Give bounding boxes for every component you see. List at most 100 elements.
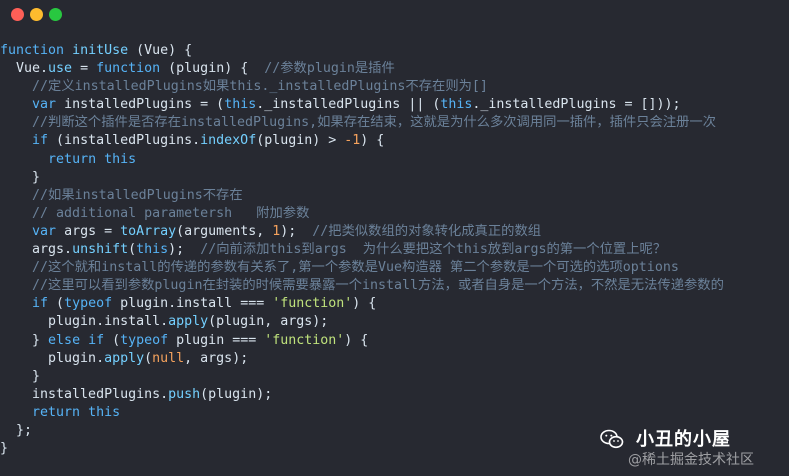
code-token: return bbox=[48, 151, 97, 167]
code-token: return bbox=[32, 404, 81, 420]
code-token: initUse bbox=[72, 43, 129, 58]
code-token: . bbox=[40, 61, 49, 77]
code-token: ( bbox=[48, 296, 65, 312]
code-token: //判断这个插件是否存在installedPlugins,如果存在结束，这就是为… bbox=[32, 115, 717, 131]
code-line: installedPlugins.push(plugin); bbox=[0, 386, 789, 404]
code-token: typeof bbox=[64, 296, 113, 312]
code-token: var bbox=[32, 97, 57, 113]
code-token: plugin. bbox=[0, 350, 105, 366]
code-line: return this bbox=[0, 151, 789, 169]
code-token: // additional parametersh 附加参数 bbox=[32, 205, 310, 221]
code-token: } bbox=[0, 332, 49, 348]
close-window-button[interactable] bbox=[11, 8, 24, 21]
code-line: //如果installedPlugins不存在 bbox=[0, 187, 789, 205]
code-line: args.unshift(this); //向前添加this到args 为什么要… bbox=[0, 241, 789, 259]
code-token: }; bbox=[0, 422, 33, 438]
code-token: plugin.install === bbox=[112, 296, 273, 312]
code-token: var bbox=[32, 223, 57, 239]
code-token: plugin === bbox=[168, 332, 265, 348]
minimize-window-button[interactable] bbox=[30, 8, 43, 21]
code-token: ._installedPlugins || ( bbox=[256, 97, 441, 113]
code-token: indexOf bbox=[200, 133, 257, 149]
code-token: //参数plugin是插件 bbox=[264, 61, 395, 77]
code-line: var installedPlugins = (this._installedP… bbox=[0, 96, 789, 114]
code-token: } bbox=[0, 368, 41, 384]
code-token: (installedPlugins. bbox=[48, 133, 201, 149]
code-token: 'function' bbox=[272, 296, 353, 312]
code-token: (plugin) { bbox=[160, 61, 265, 77]
code-token: function bbox=[96, 61, 161, 77]
code-line: } bbox=[0, 169, 789, 187]
code-token: args. bbox=[0, 242, 73, 258]
code-line: plugin.install.apply(plugin, args); bbox=[0, 313, 789, 331]
code-line: //定义installedPlugins如果this._installedPlu… bbox=[0, 78, 789, 96]
code-token: this bbox=[88, 404, 121, 420]
code-token: function bbox=[0, 43, 73, 58]
code-line: // additional parametersh 附加参数 bbox=[0, 205, 789, 223]
code-token: (plugin); bbox=[200, 386, 273, 402]
code-line: //这个就和install的传递的参数有关系了,第一个参数是Vue构造器 第二个… bbox=[0, 259, 789, 277]
code-token: ) { bbox=[352, 296, 377, 312]
code-token: args = bbox=[56, 223, 121, 239]
code-line: if (typeof plugin.install === 'function'… bbox=[0, 295, 789, 313]
code-token: null bbox=[152, 350, 185, 366]
code-token: plugin.install. bbox=[0, 314, 169, 330]
watermark: 小丑的小屋 @稀土掘金技术社区 bbox=[600, 425, 780, 468]
code-token: 'function' bbox=[264, 332, 345, 348]
code-line: function initUse (Vue) { bbox=[0, 42, 789, 60]
code-token: //定义installedPlugins如果this._installedPlu… bbox=[32, 79, 488, 95]
code-line: } else if (typeof plugin === 'function')… bbox=[0, 332, 789, 350]
code-token: ( bbox=[144, 350, 153, 366]
code-token: ) { bbox=[344, 332, 369, 348]
code-token: //向前添加this到args 为什么要把这个this放到args的第一个位置上… bbox=[200, 242, 667, 258]
code-token: toArray bbox=[120, 223, 177, 239]
code-line: } bbox=[0, 368, 789, 386]
code-token: apply bbox=[104, 350, 145, 366]
code-token: //如果installedPlugins不存在 bbox=[32, 187, 243, 203]
code-line: plugin.apply(null, args); bbox=[0, 350, 789, 368]
code-token: ); bbox=[280, 223, 313, 239]
code-token: (arguments, bbox=[176, 223, 273, 239]
code-token: } bbox=[0, 169, 41, 185]
code-token: //把类似数组的对象转化成真正的数组 bbox=[312, 223, 542, 239]
code-token: apply bbox=[168, 314, 209, 330]
code-token: installedPlugins = ( bbox=[56, 97, 225, 113]
code-token: push bbox=[168, 386, 201, 402]
watermark-subtitle: @稀土掘金技术社区 bbox=[628, 452, 754, 468]
watermark-title: 小丑的小屋 bbox=[636, 429, 731, 450]
code-line: //这里可以看到参数plugin在封装的时候需要暴露一个install方法，或者… bbox=[0, 277, 789, 295]
code-token: this bbox=[440, 97, 473, 113]
code-line: if (installedPlugins.indexOf(plugin) > -… bbox=[0, 132, 789, 150]
code-token: ) { bbox=[360, 133, 385, 149]
maximize-window-button[interactable] bbox=[49, 8, 62, 21]
code-token: ); bbox=[168, 242, 201, 258]
code-token: this bbox=[136, 242, 169, 258]
code-token: if bbox=[32, 133, 49, 149]
code-token: (plugin) > bbox=[256, 133, 345, 149]
code-token: unshift bbox=[72, 242, 129, 258]
code-line: var args = toArray(arguments, 1); //把类似数… bbox=[0, 223, 789, 241]
code-token: this bbox=[224, 97, 257, 113]
code-token: typeof bbox=[120, 332, 169, 348]
code-token: //这个就和install的传递的参数有关系了,第一个参数是Vue构造器 第二个… bbox=[32, 260, 679, 276]
code-token: ( bbox=[104, 332, 121, 348]
code-token: = bbox=[72, 61, 97, 77]
code-token: } bbox=[0, 441, 9, 457]
code-token: (plugin, args); bbox=[208, 314, 329, 330]
wechat-icon bbox=[600, 429, 624, 449]
code-token: (Vue) { bbox=[128, 43, 193, 58]
code-token: , args); bbox=[184, 350, 249, 366]
code-token: ( bbox=[128, 242, 137, 258]
code-line: //判断这个插件是否存在installedPlugins,如果存在结束，这就是为… bbox=[0, 114, 789, 132]
